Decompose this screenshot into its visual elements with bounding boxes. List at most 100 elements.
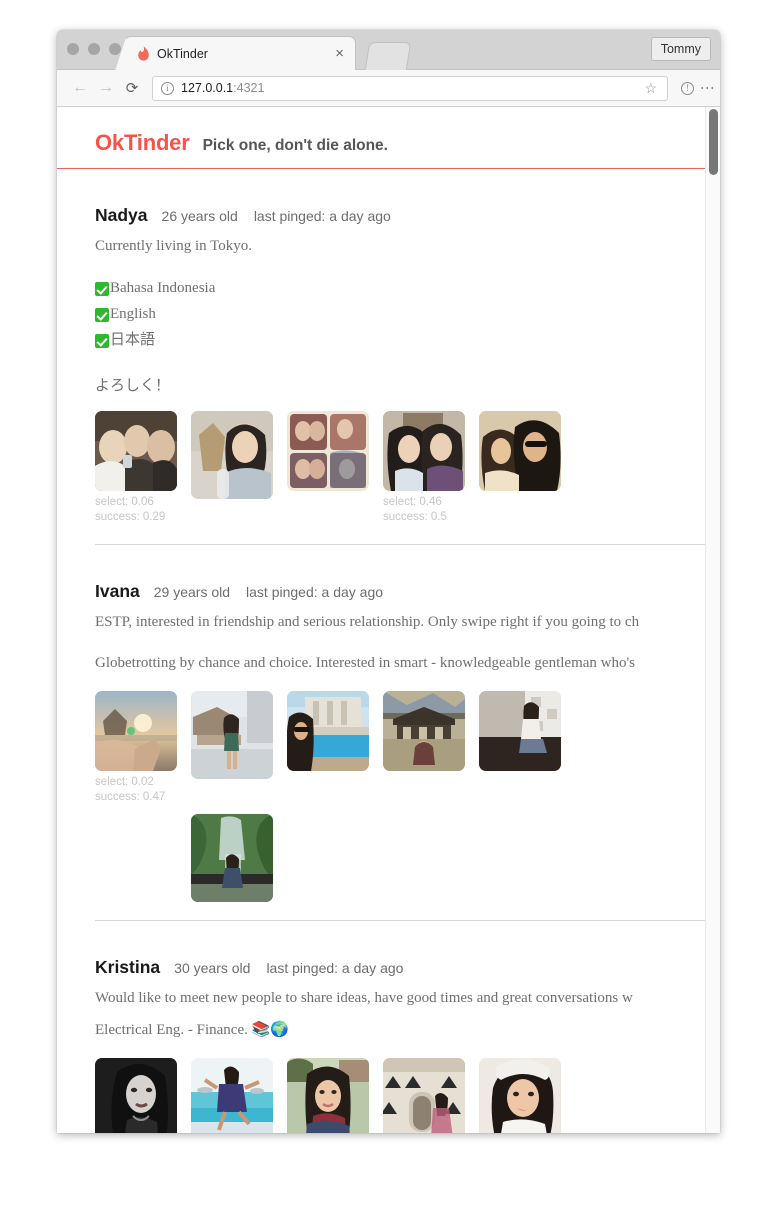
profile-name: Nadya xyxy=(95,205,148,225)
profile-photo[interactable] xyxy=(191,813,273,902)
language-label: 日本語 xyxy=(110,332,156,349)
profile-age: 26 years old xyxy=(161,208,238,224)
stat-select: select: 0.02 xyxy=(95,776,154,789)
page-content: OkTinder Pick one, don't die alone. Nady… xyxy=(57,107,720,1133)
profile-photo-grid: select: 0.06 success: 0.29 select: 0.46 … xyxy=(95,411,587,526)
url-port: :4321 xyxy=(233,81,265,95)
forward-icon[interactable]: → xyxy=(93,79,119,97)
page-scrollbar[interactable] xyxy=(705,107,720,1133)
profile-age: 30 years old xyxy=(174,959,251,976)
browser-window: OkTinder × Tommy ← → ⟳ i 127.0.0.1 :4321… xyxy=(57,30,720,1133)
profile-bio-line: Electrical Eng. - Finance. 📚🌍 xyxy=(95,1021,289,1038)
tab-oktinder[interactable]: OkTinder × xyxy=(115,36,356,71)
photo-cell: never forget this iconic quote by Ariana… xyxy=(95,1058,191,1133)
profile-bio-line: ESTP, interested in friendship and serio… xyxy=(95,613,640,630)
profile-last-pinged: last pinged: a day ago xyxy=(253,208,391,224)
profile-photo[interactable] xyxy=(479,691,561,772)
profile-photo[interactable] xyxy=(287,411,369,492)
profile-age: 29 years old xyxy=(153,583,231,600)
omnibox-toolbar: ← → ⟳ i 127.0.0.1 :4321 ☆ ! ⋮ xyxy=(57,70,720,107)
profile-photo[interactable] xyxy=(95,411,177,492)
profile-last-pinged: last pinged: a day ago xyxy=(246,583,384,600)
photo-cell xyxy=(191,691,287,806)
photo-stats: select: 0.46 success: 0.5 xyxy=(383,495,479,526)
profile-photo[interactable] xyxy=(383,691,465,772)
check-mark-icon xyxy=(95,282,109,297)
photo-cell xyxy=(383,1058,479,1133)
profile-card: Kristina 30 years old last pinged: a day… xyxy=(95,919,720,1133)
profile-bio-line: Currently living in Tokyo. xyxy=(95,238,253,254)
profile-name: Kristina xyxy=(95,956,161,977)
photo-cell xyxy=(287,1058,383,1133)
photo-cell xyxy=(191,813,287,902)
language-label: Bahasa Indonesia xyxy=(110,280,216,297)
page-viewport: OkTinder Pick one, don't die alone. Nady… xyxy=(57,107,720,1133)
scrollbar-thumb[interactable] xyxy=(709,109,718,175)
profile-languages: Bahasa Indonesia English 日本語 xyxy=(95,276,720,354)
stat-success: success: 0.47 xyxy=(95,791,166,804)
photo-cell xyxy=(191,411,287,526)
stat-select: select: 0.06 xyxy=(95,496,154,509)
window-controls[interactable] xyxy=(67,43,121,55)
profile-photo[interactable] xyxy=(191,691,273,780)
language-label: English xyxy=(110,306,156,323)
photo-cell: select: 0.46 success: 0.5 xyxy=(383,411,479,526)
photo-cell xyxy=(479,691,575,806)
three-dots-icon[interactable]: ⋮ xyxy=(700,81,716,95)
profile-photo-grid: never forget this iconic quote by Ariana… xyxy=(95,1058,587,1133)
new-tab-button[interactable] xyxy=(364,42,412,70)
site-tagline: Pick one, don't die alone. xyxy=(202,137,388,154)
photo-stats: select: 0.02 success: 0.47 xyxy=(95,775,191,806)
profile-photo[interactable] xyxy=(191,411,273,500)
close-window-button[interactable] xyxy=(67,43,79,55)
stat-select: select: 0.46 xyxy=(383,496,442,509)
profile-photo[interactable] xyxy=(383,1058,465,1133)
info-icon[interactable]: ! xyxy=(681,81,694,95)
profile-photo[interactable] xyxy=(479,1058,561,1133)
photo-stats: select: 0.06 success: 0.29 xyxy=(95,495,191,526)
profile-photo[interactable] xyxy=(95,691,177,772)
photo-cell: select: 0.02 success: 0.47 xyxy=(95,691,191,806)
minimize-window-button[interactable] xyxy=(88,43,100,55)
url-host: 127.0.0.1 xyxy=(181,81,234,95)
site-brand: OkTinder xyxy=(95,130,190,155)
profile-last-pinged: last pinged: a day ago xyxy=(266,959,404,976)
toolbar-actions: ! ⋮ xyxy=(675,81,716,95)
browser-profile-button[interactable]: Tommy xyxy=(650,37,711,61)
profile-photo[interactable] xyxy=(95,1058,177,1133)
tab-strip: OkTinder × Tommy xyxy=(57,30,720,71)
profile-photo-grid: select: 0.02 success: 0.47 xyxy=(95,691,587,902)
profile-photo[interactable] xyxy=(287,1058,369,1133)
profile-list: Nadya 26 years old last pinged: a day ag… xyxy=(57,169,720,1133)
photo-cell xyxy=(383,691,479,806)
bookmark-star-icon[interactable]: ☆ xyxy=(644,80,659,97)
site-info-icon[interactable]: i xyxy=(161,81,174,95)
photo-cell xyxy=(479,411,575,526)
profile-name: Ivana xyxy=(95,580,140,601)
site-header: OkTinder Pick one, don't die alone. xyxy=(57,107,720,169)
language-item: Bahasa Indonesia xyxy=(95,276,720,302)
profile-photo[interactable] xyxy=(383,411,465,492)
profile-header: Nadya 26 years old last pinged: a day ag… xyxy=(95,205,720,226)
stat-success: success: 0.29 xyxy=(95,511,166,524)
profile-bio-line: Would like to meet new people to share i… xyxy=(95,989,633,1006)
profile-photo[interactable] xyxy=(191,1058,273,1133)
reload-icon[interactable]: ⟳ xyxy=(119,79,145,97)
profile-photo[interactable] xyxy=(479,411,561,492)
profile-header: Ivana 29 years old last pinged: a day ag… xyxy=(95,581,720,602)
tab-title: OkTinder xyxy=(157,46,208,61)
profile-card: Ivana 29 years old last pinged: a day ag… xyxy=(95,543,720,902)
language-item: English xyxy=(95,302,720,328)
back-icon[interactable]: ← xyxy=(67,79,93,97)
address-bar[interactable]: i 127.0.0.1 :4321 ☆ xyxy=(152,75,668,101)
profile-card: Nadya 26 years old last pinged: a day ag… xyxy=(95,169,720,526)
profile-photo[interactable] xyxy=(287,691,369,772)
profile-header: Kristina 30 years old last pinged: a day… xyxy=(95,957,720,978)
check-mark-icon xyxy=(95,308,109,323)
profile-bio-line: Globetrotting by chance and choice. Inte… xyxy=(95,654,636,671)
check-mark-icon xyxy=(95,334,109,349)
stat-success: success: 0.5 xyxy=(383,511,447,524)
photo-cell xyxy=(479,1058,575,1133)
profile-greeting: よろしく！ xyxy=(95,378,171,395)
close-tab-button[interactable]: × xyxy=(332,46,347,61)
